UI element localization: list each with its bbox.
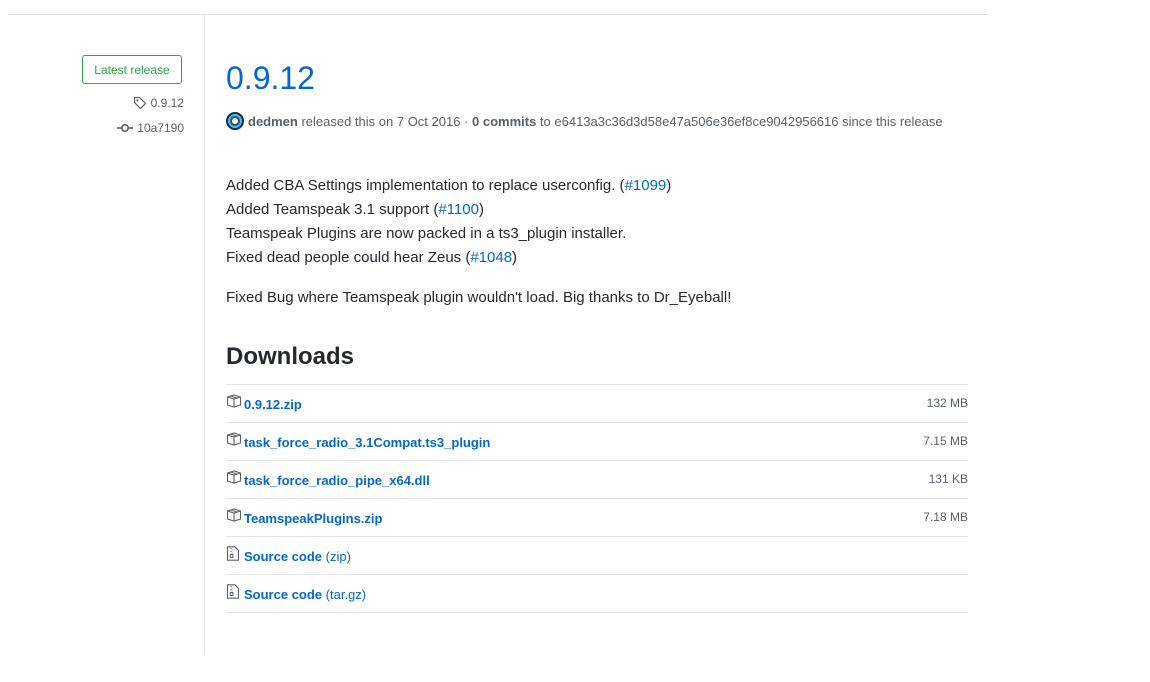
download-size: 7.18 MB [923,510,968,524]
author-link[interactable]: dedmen [248,114,298,129]
download-row[interactable]: TeamspeakPlugins.zip 7.18 MB [226,499,968,537]
download-row[interactable]: task_force_radio_3.1Compat.ts3_plugin 7.… [226,423,968,461]
note-line: Fixed dead people could hear Zeus (#1048… [226,246,731,270]
source-label: Source code [244,587,323,602]
download-link[interactable]: TeamspeakPlugins.zip [244,511,382,526]
commit-icon [117,123,134,133]
released-text: released this on 7 Oct 2016 · [297,114,472,129]
commit-link[interactable]: 10a7190 [117,121,184,135]
to-text: to e6413a3c36d3d58e47a506e36ef8ce9042956… [536,114,943,129]
source-label: Source code [244,549,323,564]
source-row[interactable]: Source code (tar.gz) [226,575,968,613]
source-link[interactable]: Source code (tar.gz) [244,587,366,602]
tag-label: 0.9.12 [150,96,184,110]
release-title[interactable]: 0.9.12 [226,60,315,97]
top-divider [8,14,988,15]
file-zip-icon [226,584,240,599]
note-text: Added Teamspeak 3.1 support ( [226,201,439,218]
note-text: Fixed dead people could hear Zeus ( [226,249,471,266]
note-text: Added CBA Settings implementation to rep… [226,177,625,194]
downloads-list: 0.9.12.zip 132 MB task_force_radio_3.1Co… [226,384,968,613]
release-byline: dedmen released this on 7 Oct 2016 · 0 c… [226,110,968,133]
note-text: Teamspeak Plugins are now packed in a ts… [226,225,627,242]
source-link[interactable]: Source code (zip) [244,549,351,564]
note-line: Added Teamspeak 3.1 support (#1100) [226,198,731,222]
download-link[interactable]: task_force_radio_pipe_x64.dll [244,473,430,488]
issue-link[interactable]: #1099 [625,177,667,194]
package-icon [226,508,242,522]
issue-link[interactable]: #1100 [438,201,479,218]
note-line: Fixed Bug where Teamspeak plugin wouldn'… [226,286,731,310]
commits-link[interactable]: 0 commits [472,114,536,129]
note-line: Teamspeak Plugins are now packed in a ts… [226,222,731,246]
download-row[interactable]: 0.9.12.zip 132 MB [226,385,968,423]
note-line: Added CBA Settings implementation to rep… [226,174,731,198]
package-icon [226,470,242,484]
commit-label: 10a7190 [137,121,184,135]
author-avatar[interactable] [226,112,244,130]
timeline-divider [204,14,205,654]
tag-link[interactable]: 0.9.12 [133,96,184,110]
tag-icon [133,96,146,110]
download-link[interactable]: task_force_radio_3.1Compat.ts3_plugin [244,435,490,450]
package-icon [226,432,242,446]
issue-link[interactable]: #1048 [470,249,512,266]
source-row[interactable]: Source code (zip) [226,537,968,575]
note-text: ) [666,177,672,194]
release-notes: Added CBA Settings implementation to rep… [226,174,731,310]
file-zip-icon [226,546,240,561]
download-link[interactable]: 0.9.12.zip [244,397,302,412]
latest-release-badge: Latest release [82,55,182,84]
source-format: (zip) [325,549,351,564]
download-row[interactable]: task_force_radio_pipe_x64.dll 131 KB [226,461,968,499]
note-text: ) [512,249,518,266]
package-icon [226,394,242,408]
source-format: (tar.gz) [325,587,367,602]
download-size: 7.15 MB [923,434,968,448]
download-size: 132 MB [926,396,968,410]
note-text: ) [478,201,484,218]
note-text: Fixed Bug where Teamspeak plugin wouldn'… [226,289,732,306]
download-size: 131 KB [928,472,968,486]
downloads-heading: Downloads [226,343,355,370]
